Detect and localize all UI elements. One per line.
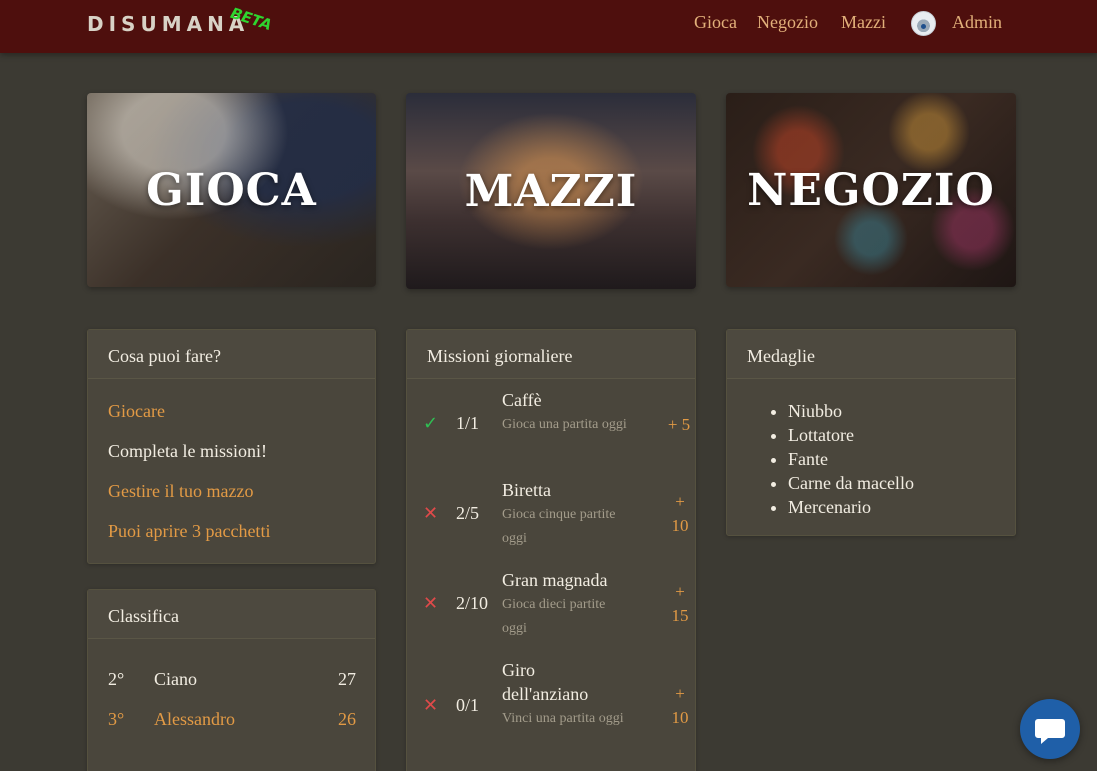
mission-row: ✕ 0/1 Giro dell'anziano Vinci una partit… <box>407 658 695 758</box>
medals-title: Medaglie <box>727 330 1015 379</box>
mission-name: Giro dell'anziano <box>502 660 589 704</box>
mission-reward: + 10 <box>671 684 689 727</box>
nav-link-gioca[interactable]: Gioca <box>694 12 737 33</box>
medal-item: Carne da macello <box>788 471 914 495</box>
todo-link-mazzo[interactable]: Gestire il tuo mazzo <box>108 481 253 502</box>
medal-item: Lottatore <box>788 423 914 447</box>
mission-row: ✓ 1/1 Caffè Gioca una partita oggi + 5 <box>407 388 695 468</box>
missions-title: Missioni giornaliere <box>407 330 695 379</box>
mission-name: Gran magnada <box>502 570 608 590</box>
mission-name: Caffè <box>502 390 542 410</box>
avatar[interactable] <box>911 11 936 36</box>
nav-link-negozio[interactable]: Negozio <box>757 12 818 33</box>
mission-reward: + 5 <box>667 415 691 434</box>
chat-button[interactable] <box>1020 699 1080 759</box>
hero-card-mazzi[interactable]: MAZZI <box>406 93 696 289</box>
rank-player-name: Ciano <box>154 669 197 689</box>
missions-panel: Missioni giornaliere ✓ 1/1 Caffè Gioca u… <box>406 329 696 771</box>
cross-icon: ✕ <box>423 695 439 716</box>
cross-icon: ✕ <box>423 503 439 524</box>
check-icon: ✓ <box>423 413 439 434</box>
mission-reward: + 10 <box>671 492 689 535</box>
medal-item: Niubbo <box>788 399 914 423</box>
medal-item: Fante <box>788 447 914 471</box>
medals-list: Niubbo Lottatore Fante Carne da macello … <box>788 399 914 519</box>
navbar: DISUMANA BETA Gioca Negozio Mazzi Admin <box>0 0 1097 53</box>
nav-user-admin[interactable]: Admin <box>952 12 1002 33</box>
rank-position: 2° <box>108 669 125 689</box>
hero-title-negozio: NEGOZIO <box>747 164 995 216</box>
mission-description: Vinci una partita oggi <box>502 711 624 726</box>
hero-card-gioca[interactable]: GIOCA <box>87 93 376 287</box>
mission-progress: 1/1 <box>456 413 480 433</box>
todo-link-pacchetti[interactable]: Puoi aprire 3 pacchetti <box>108 521 270 542</box>
nav-link-mazzi[interactable]: Mazzi <box>841 12 886 33</box>
hero-card-negozio[interactable]: NEGOZIO <box>726 93 1016 287</box>
mission-reward: + 15 <box>671 582 689 625</box>
rank-player-name: Alessandro <box>154 709 235 729</box>
hero-title-mazzi: MAZZI <box>464 165 638 217</box>
todo-text-missioni: Completa le missioni! <box>108 441 267 461</box>
mission-name: Biretta <box>502 480 551 500</box>
mission-progress: 0/1 <box>456 695 480 715</box>
todo-link-giocare[interactable]: Giocare <box>108 401 165 422</box>
mission-row: ✕ 2/10 Gran magnada Gioca dieci partite … <box>407 568 695 648</box>
rank-score: 27 <box>338 669 356 689</box>
cross-icon: ✕ <box>423 593 439 614</box>
mission-description: Gioca cinque partite oggi <box>502 507 616 546</box>
mission-progress: 2/10 <box>456 593 489 613</box>
chat-bubble-icon <box>1035 719 1065 744</box>
rank-score: 26 <box>338 709 356 729</box>
hero-title-gioca: GIOCA <box>146 164 317 216</box>
medals-panel: Medaglie Niubbo Lottatore Fante Carne da… <box>726 329 1016 536</box>
todo-panel: Cosa puoi fare? Giocare Completa le miss… <box>87 329 376 564</box>
medal-item: Mercenario <box>788 495 914 519</box>
mission-progress: 2/5 <box>456 503 480 523</box>
brand-logo[interactable]: DISUMANA <box>87 12 249 36</box>
leaderboard-panel: Classifica 2° Ciano 27 3° Alessandro 26 <box>87 589 376 771</box>
mission-row: ✕ 2/5 Biretta Gioca cinque partite oggi … <box>407 478 695 558</box>
todo-panel-title: Cosa puoi fare? <box>88 330 375 379</box>
leaderboard-title: Classifica <box>88 590 375 639</box>
mission-description: Gioca una partita oggi <box>502 417 627 432</box>
rank-position: 3° <box>108 709 125 729</box>
mission-description: Gioca dieci partite oggi <box>502 597 606 636</box>
